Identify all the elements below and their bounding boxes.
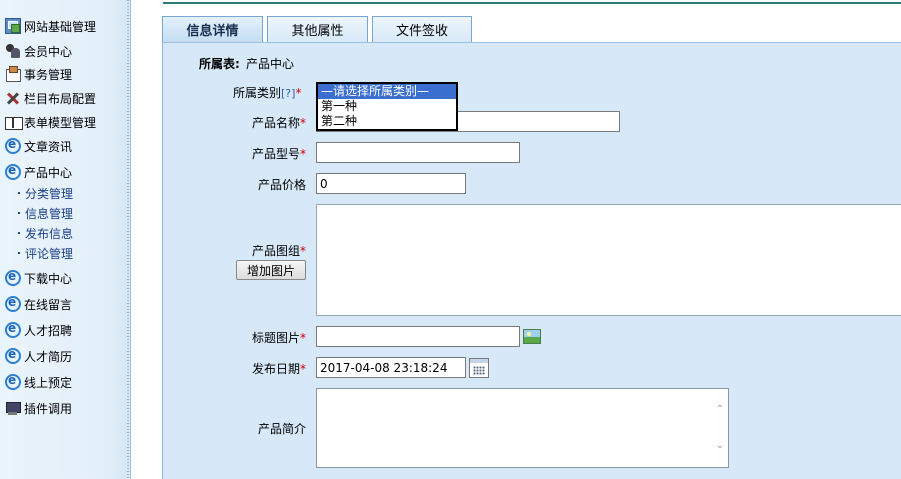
product-images-label-text: 产品图组 bbox=[252, 244, 301, 258]
category-dropdown-list[interactable]: —请选择所属类别— 第一种 第二种 bbox=[316, 82, 458, 131]
sidebar-subitem-info[interactable]: 信息管理 bbox=[18, 205, 73, 221]
sidebar-item-label: 下载中心 bbox=[24, 271, 73, 286]
required-mark: * bbox=[300, 116, 307, 130]
tab-label: 文件签收 bbox=[395, 24, 448, 39]
sidebar-subitem-label: 评论管理 bbox=[25, 246, 74, 261]
ie-icon bbox=[5, 373, 21, 390]
tab-file-signoff[interactable]: 文件签收 bbox=[372, 16, 472, 42]
product-name-label: 产品名称* bbox=[252, 114, 306, 131]
summary-label: 产品简介 bbox=[258, 422, 307, 436]
product-name-label-text: 产品名称 bbox=[252, 116, 301, 130]
category-option[interactable]: —请选择所属类别— bbox=[318, 84, 456, 99]
sidebar-item-label: 会员中心 bbox=[24, 44, 73, 59]
product-images-area[interactable] bbox=[316, 204, 901, 316]
required-mark: * bbox=[300, 362, 307, 376]
publish-date-label: 发布日期* bbox=[252, 360, 306, 377]
required-mark: * bbox=[295, 86, 302, 100]
sidebar-item-recruit[interactable]: 人才招聘 bbox=[5, 321, 72, 339]
sidebar-item-label: 插件调用 bbox=[24, 401, 73, 416]
scroll-down-icon[interactable]: ⌄ bbox=[715, 441, 725, 451]
sidebar-item-label: 栏目布局配置 bbox=[24, 91, 97, 106]
sidebar: 网站基础管理 会员中心 事务管理 栏目布局配置 表单模型管理 文章资讯 产品中心… bbox=[0, 0, 131, 479]
sidebar-item-label: 产品中心 bbox=[24, 165, 73, 180]
tab-other-attributes[interactable]: 其他属性 bbox=[267, 16, 368, 42]
sidebar-item-messages[interactable]: 在线留言 bbox=[5, 295, 72, 313]
product-model-input[interactable] bbox=[316, 142, 520, 163]
sidebar-item-member[interactable]: 会员中心 bbox=[5, 42, 72, 60]
sidebar-subitem-label: 发布信息 bbox=[25, 226, 74, 241]
top-divider bbox=[163, 0, 901, 4]
sidebar-item-label: 人才简历 bbox=[24, 349, 73, 364]
bullet-icon bbox=[18, 192, 20, 194]
tab-label: 其他属性 bbox=[291, 24, 344, 39]
ie-icon bbox=[5, 321, 21, 338]
sidebar-item-label: 人才招聘 bbox=[24, 323, 73, 338]
title-image-input[interactable] bbox=[316, 326, 520, 347]
product-model-label: 产品型号* bbox=[252, 145, 306, 162]
sidebar-item-label: 在线留言 bbox=[24, 297, 73, 312]
category-option[interactable]: 第二种 bbox=[318, 114, 456, 129]
sidebar-item-label: 表单模型管理 bbox=[24, 115, 97, 130]
title-image-label-text: 标题图片 bbox=[252, 331, 301, 345]
sidebar-item-site-basic[interactable]: 网站基础管理 bbox=[5, 17, 96, 35]
sidebar-item-products[interactable]: 产品中心 bbox=[5, 163, 72, 181]
ie-icon bbox=[5, 163, 21, 180]
bullet-icon bbox=[18, 212, 20, 214]
task-icon bbox=[5, 66, 21, 82]
required-mark: * bbox=[300, 147, 307, 161]
ie-icon bbox=[5, 295, 21, 312]
sidebar-subitem-category[interactable]: 分类管理 bbox=[18, 185, 73, 201]
ie-icon bbox=[5, 347, 21, 364]
image-picker-icon[interactable] bbox=[523, 329, 541, 344]
sidebar-item-resumes[interactable]: 人才简历 bbox=[5, 347, 72, 365]
sidebar-item-booking[interactable]: 线上预定 bbox=[5, 373, 72, 391]
ie-icon bbox=[5, 137, 21, 154]
summary-textarea[interactable]: ⌃ ⌄ bbox=[316, 388, 729, 468]
tools-icon bbox=[5, 90, 21, 106]
required-mark: * bbox=[300, 331, 307, 345]
sidebar-item-layout[interactable]: 栏目布局配置 bbox=[5, 89, 96, 107]
sidebar-subitem-comments[interactable]: 评论管理 bbox=[18, 245, 73, 261]
tab-label: 信息详情 bbox=[186, 24, 239, 39]
sidebar-item-label: 线上预定 bbox=[24, 375, 73, 390]
ie-icon bbox=[5, 269, 21, 286]
sidebar-item-form-model[interactable]: 表单模型管理 bbox=[5, 113, 96, 131]
required-mark: * bbox=[300, 244, 307, 258]
sidebar-subitem-label: 信息管理 bbox=[25, 206, 74, 221]
scroll-up-icon[interactable]: ⌃ bbox=[715, 405, 725, 415]
sidebar-subitem-publish[interactable]: 发布信息 bbox=[18, 225, 73, 241]
product-price-label: 产品价格 bbox=[258, 178, 307, 192]
product-price-input[interactable] bbox=[316, 173, 466, 194]
calendar-icon[interactable] bbox=[469, 358, 489, 378]
table-value: 产品中心 bbox=[246, 57, 295, 71]
product-model-label-text: 产品型号 bbox=[252, 147, 301, 161]
help-link[interactable]: [?] bbox=[281, 87, 295, 100]
plugin-icon bbox=[5, 400, 21, 416]
publish-date-input[interactable] bbox=[316, 357, 466, 378]
users-icon bbox=[5, 43, 21, 59]
publish-date-label-text: 发布日期 bbox=[252, 362, 301, 376]
sidebar-item-label: 网站基础管理 bbox=[24, 19, 97, 34]
network-icon bbox=[5, 18, 21, 34]
category-option[interactable]: 第一种 bbox=[318, 99, 456, 114]
sidebar-item-downloads[interactable]: 下载中心 bbox=[5, 269, 72, 287]
sidebar-item-affairs[interactable]: 事务管理 bbox=[5, 65, 72, 83]
book-icon bbox=[5, 114, 23, 130]
product-images-label: 产品图组* bbox=[252, 242, 306, 259]
tab-info-detail[interactable]: 信息详情 bbox=[162, 16, 263, 42]
sidebar-item-label: 事务管理 bbox=[24, 67, 73, 82]
sidebar-subitem-label: 分类管理 bbox=[25, 186, 74, 201]
bullet-icon bbox=[18, 252, 20, 254]
category-label: 所属类别[?]* bbox=[233, 84, 301, 101]
title-image-label: 标题图片* bbox=[252, 329, 306, 346]
sidebar-item-label: 文章资讯 bbox=[24, 139, 73, 154]
add-image-button[interactable]: 增加图片 bbox=[236, 260, 306, 280]
sidebar-item-articles[interactable]: 文章资讯 bbox=[5, 137, 72, 155]
sidebar-item-plugins[interactable]: 插件调用 bbox=[5, 399, 72, 417]
bullet-icon bbox=[18, 232, 20, 234]
table-label: 所属表: bbox=[199, 57, 240, 71]
category-label-text: 所属类别 bbox=[233, 86, 282, 100]
